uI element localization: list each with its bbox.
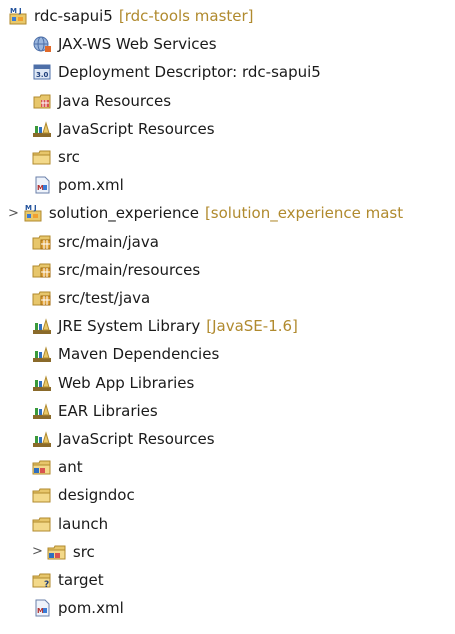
svg-text:M: M xyxy=(10,7,17,15)
tree-item-18[interactable]: launch xyxy=(0,510,455,538)
tree-item-17[interactable]: designdoc xyxy=(0,481,455,509)
git-decoration: [solution_experience mast xyxy=(204,204,404,223)
tree-item-6[interactable]: M pom.xml xyxy=(0,171,455,199)
maven-project-icon: MJ xyxy=(23,203,43,223)
tree-item-label: target xyxy=(58,571,104,589)
tree-item-10[interactable]: src/test/java xyxy=(0,284,455,312)
git-outgoing-arrow: > xyxy=(8,205,19,221)
source-folder-icon xyxy=(32,232,52,252)
tree-item-21[interactable]: M pom.xml xyxy=(0,594,455,622)
xml-file-icon: M xyxy=(32,175,52,195)
svg-text:J: J xyxy=(33,204,37,212)
tree-item-15[interactable]: JavaScript Resources xyxy=(0,425,455,453)
tree-item-19[interactable]: > src xyxy=(0,538,455,566)
tree-item-9[interactable]: src/main/resources xyxy=(0,256,455,284)
tree-item-11[interactable]: JRE System Library [JavaSE-1.6] xyxy=(0,312,455,340)
tree-item-label: JAX-WS Web Services xyxy=(58,35,217,54)
folder-icon xyxy=(32,485,52,505)
tree-item-1[interactable]: JAX-WS Web Services xyxy=(0,30,455,58)
tree-item-label: rdc-sapui5 xyxy=(34,7,113,25)
git-decoration: [JavaSE-1.6] xyxy=(206,317,298,336)
project-explorer-tree: MJ rdc-sapui5 [rdc-tools master] JAX-WS … xyxy=(0,0,455,634)
maven-project-icon: MJ xyxy=(8,6,28,26)
tree-item-20[interactable]: ? target xyxy=(0,566,455,594)
svg-text:3.0: 3.0 xyxy=(36,71,49,79)
folder-changed-icon xyxy=(32,457,52,477)
xml-file-icon: M xyxy=(32,598,52,618)
deployment-descriptor-icon: 3.0 xyxy=(32,62,52,82)
tree-item-16[interactable]: ant xyxy=(0,453,455,481)
tree-item-label: JavaScript Resources xyxy=(58,430,215,448)
tree-item-label: EAR Libraries xyxy=(58,401,158,420)
folder-icon xyxy=(32,147,52,167)
tree-item-label: launch xyxy=(58,514,109,533)
svg-text:M: M xyxy=(37,607,44,615)
library-icon xyxy=(32,429,52,449)
tree-item-label: src/main/java xyxy=(58,232,159,251)
tree-item-label: src/main/resources xyxy=(58,260,201,279)
tree-item-0[interactable]: MJ rdc-sapui5 [rdc-tools master] xyxy=(0,2,455,30)
tree-item-label: Web App Libraries xyxy=(58,373,195,392)
tree-item-12[interactable]: Maven Dependencies xyxy=(0,340,455,368)
tree-item-label: src xyxy=(72,542,95,561)
web-services-icon xyxy=(32,34,52,54)
tree-item-14[interactable]: EAR Libraries xyxy=(0,397,455,425)
folder-untracked-icon: ? xyxy=(32,570,52,590)
tree-item-label: JavaScript Resources xyxy=(58,119,215,138)
tree-item-label: designdoc xyxy=(58,486,135,505)
tree-item-8[interactable]: src/main/java xyxy=(0,228,455,256)
library-icon xyxy=(32,316,52,336)
folder-icon xyxy=(32,514,52,534)
source-folder-icon xyxy=(32,260,52,280)
java-resources-icon xyxy=(32,91,52,111)
tree-item-label: JRE System Library xyxy=(58,317,201,336)
tree-item-label: pom.xml xyxy=(58,176,124,195)
tree-item-5[interactable]: src xyxy=(0,143,455,171)
tree-item-label: solution_experience xyxy=(48,204,199,223)
svg-text:M: M xyxy=(37,184,44,192)
tree-item-label: ant xyxy=(58,458,83,477)
library-icon xyxy=(32,344,52,364)
svg-text:M: M xyxy=(25,204,32,212)
tree-item-label: Maven Dependencies xyxy=(58,345,220,364)
library-icon xyxy=(32,401,52,421)
tree-item-label: Deployment Descriptor: rdc-sapui5 xyxy=(58,63,321,82)
tree-item-3[interactable]: Java Resources xyxy=(0,87,455,115)
tree-item-7[interactable]: > MJ solution_experience [solution_exper… xyxy=(0,199,455,227)
library-icon xyxy=(32,119,52,139)
tree-item-2[interactable]: 3.0 Deployment Descriptor: rdc-sapui5 xyxy=(0,58,455,86)
tree-item-13[interactable]: Web App Libraries xyxy=(0,369,455,397)
svg-text:J: J xyxy=(18,7,22,15)
library-icon xyxy=(32,373,52,393)
tree-item-label: pom.xml xyxy=(58,599,124,618)
tree-item-label: src xyxy=(58,148,80,166)
folder-changed-icon xyxy=(47,542,67,562)
svg-text:?: ? xyxy=(44,580,49,590)
source-folder-icon xyxy=(32,288,52,308)
git-outgoing-arrow: > xyxy=(32,544,43,560)
tree-item-4[interactable]: JavaScript Resources xyxy=(0,115,455,143)
git-decoration: [rdc-tools master] xyxy=(118,7,254,25)
tree-item-label: Java Resources xyxy=(58,91,172,110)
tree-item-label: src/test/java xyxy=(58,289,151,307)
